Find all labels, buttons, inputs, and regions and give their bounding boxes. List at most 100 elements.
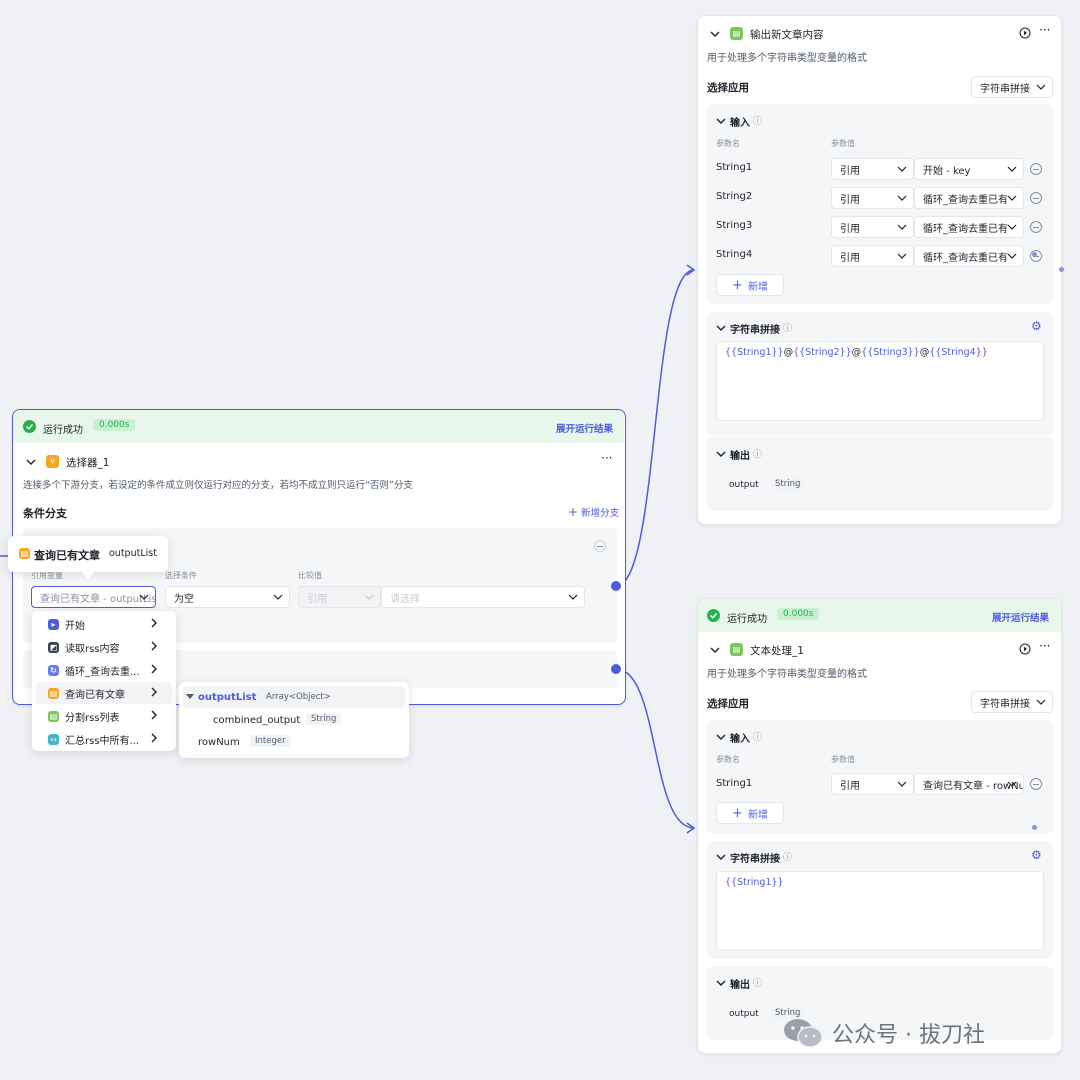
chevron-down-icon bbox=[1007, 781, 1017, 787]
param-name: String2 bbox=[716, 191, 753, 202]
chevron-down-icon bbox=[897, 224, 907, 230]
settings-gear-icon[interactable]: ⚙ bbox=[1031, 319, 1042, 333]
add-branch-button[interactable]: + 新增分支 bbox=[568, 505, 619, 519]
menu-item-summarize-rss[interactable]: ‹› 汇总rss中所有... bbox=[36, 728, 172, 750]
concat-section-label: 字符串拼接 bbox=[730, 325, 780, 336]
remove-param-icon[interactable] bbox=[1030, 163, 1042, 175]
chevron-down-icon bbox=[1007, 224, 1017, 230]
param-value-select[interactable]: 开始 - key bbox=[914, 158, 1024, 180]
expand-result-link[interactable]: 展开运行结果 bbox=[556, 421, 613, 435]
input-section: 输入 ⓘ 参数名 参数值 String1 引用 查询已有文章 - rowNum … bbox=[707, 720, 1053, 834]
branch-output-port[interactable] bbox=[611, 581, 621, 591]
submenu-item-outputlist[interactable]: outputList Array<Object> bbox=[183, 686, 405, 708]
param-value-select[interactable]: 循环_查询去重已有 bbox=[914, 187, 1024, 209]
param-type-select[interactable]: 引用 bbox=[831, 216, 914, 238]
loop-icon: ↻ bbox=[48, 664, 59, 676]
remove-param-icon[interactable] bbox=[1030, 778, 1042, 790]
condition-select[interactable]: 为空 bbox=[165, 586, 290, 608]
database-icon: ▤ bbox=[48, 687, 59, 699]
info-icon: ⓘ bbox=[783, 853, 793, 863]
collapse-chevron-icon[interactable] bbox=[716, 449, 726, 459]
param-type-select[interactable]: 引用 bbox=[831, 187, 914, 209]
select-app-label: 选择应用 bbox=[707, 698, 749, 710]
expand-result-link[interactable]: 展开运行结果 bbox=[992, 610, 1049, 624]
output-port[interactable] bbox=[1059, 267, 1064, 272]
collapse-chevron-icon[interactable] bbox=[716, 978, 726, 988]
text-process-icon: ▤ bbox=[730, 27, 743, 40]
collapse-chevron-icon[interactable] bbox=[716, 323, 726, 333]
node-description: 用于处理多个字符串类型变量的格式 bbox=[707, 669, 867, 680]
compare-type-select[interactable]: 引用 bbox=[298, 586, 381, 608]
param-type-select[interactable]: 引用 bbox=[831, 245, 914, 267]
collapse-chevron-icon[interactable] bbox=[716, 732, 726, 742]
param-value-select[interactable]: 查询已有文章 - rowNum bbox=[914, 773, 1024, 795]
concat-section: 字符串拼接 ⓘ ⚙ {{String1}} bbox=[707, 841, 1053, 959]
menu-item-read-rss[interactable]: ◩ 读取rss内容 bbox=[36, 636, 172, 658]
text-process-icon: ▤ bbox=[48, 710, 59, 722]
success-check-icon bbox=[707, 609, 720, 622]
more-icon[interactable]: ··· bbox=[1039, 639, 1050, 653]
caret-down-icon bbox=[186, 694, 194, 699]
more-icon[interactable]: ··· bbox=[601, 451, 612, 465]
chevron-down-icon bbox=[1007, 166, 1017, 172]
concat-section-label: 字符串拼接 bbox=[730, 854, 780, 865]
chevron-down-icon bbox=[1007, 195, 1017, 201]
chevron-down-icon bbox=[568, 594, 578, 600]
compare-value-select[interactable]: 请选择 bbox=[381, 586, 585, 608]
node-description: 连接多个下游分支，若设定的条件成立则仅运行对应的分支，若均不成立则只运行“否则”… bbox=[23, 480, 413, 491]
node-output-new-article[interactable]: ▤ 输出新文章内容 ··· 用于处理多个字符串类型变量的格式 选择应用 字符串拼… bbox=[697, 15, 1062, 525]
param-value-select[interactable]: 循环_查询去重已有 bbox=[914, 245, 1024, 267]
param-type-select[interactable]: 引用 bbox=[831, 773, 914, 795]
menu-item-loop-dedupe[interactable]: ↻ 循环_查询去重... bbox=[36, 659, 172, 681]
concat-template-editor[interactable]: {{String1}} bbox=[716, 871, 1044, 951]
else-output-port[interactable] bbox=[611, 664, 621, 674]
info-icon: ⓘ bbox=[753, 117, 763, 127]
select-app-dropdown[interactable]: 字符串拼接 bbox=[971, 76, 1053, 98]
remove-param-icon[interactable] bbox=[1030, 192, 1042, 204]
collapse-chevron-icon[interactable] bbox=[716, 116, 726, 126]
start-icon: ▸ bbox=[48, 618, 59, 630]
output-name: output bbox=[729, 480, 759, 490]
branch-label: 条件分支 bbox=[23, 507, 67, 520]
menu-item-start[interactable]: ▸ 开始 bbox=[36, 613, 172, 635]
output-type-tag: String bbox=[770, 478, 806, 490]
param-type-select[interactable]: 引用 bbox=[831, 158, 914, 180]
menu-item-query-articles[interactable]: ▤ 查询已有文章 bbox=[36, 682, 172, 704]
more-icon[interactable]: ··· bbox=[1039, 23, 1050, 37]
submenu-item-rownum[interactable]: rowNum bbox=[198, 737, 240, 748]
run-status-text: 运行成功 bbox=[43, 425, 83, 436]
code-brackets-icon: ‹› bbox=[48, 733, 59, 745]
output-port[interactable] bbox=[1032, 252, 1037, 257]
concat-section: 字符串拼接 ⓘ ⚙ {{String1}}@{{String2}}@{{Stri… bbox=[707, 312, 1053, 436]
output-section-label: 输出 bbox=[730, 980, 750, 991]
run-status-text: 运行成功 bbox=[727, 614, 767, 625]
remove-param-icon[interactable] bbox=[1030, 221, 1042, 233]
concat-template-editor[interactable]: {{String1}}@{{String2}}@{{String3}}@{{St… bbox=[716, 341, 1044, 421]
menu-item-split-rss[interactable]: ▤ 分割rss列表 bbox=[36, 705, 172, 727]
output-name: output bbox=[729, 1009, 759, 1019]
field-type-tag: String bbox=[306, 713, 342, 725]
submenu-item-combined-output[interactable]: combined_output bbox=[213, 715, 300, 726]
info-icon: ⓘ bbox=[783, 324, 793, 334]
select-app-dropdown[interactable]: 字符串拼接 bbox=[971, 691, 1053, 713]
run-status-bar: 运行成功 0.000s 展开运行结果 bbox=[13, 410, 624, 443]
add-param-button[interactable]: + 新增 bbox=[716, 802, 784, 824]
node-description: 用于处理多个字符串类型变量的格式 bbox=[707, 53, 867, 64]
variable-select[interactable]: 查询已有文章 - outputList bbox=[31, 586, 156, 608]
node-text-process[interactable]: 运行成功 0.000s 展开运行结果 ▤ 文本处理_1 ··· 用于处理多个字符… bbox=[697, 598, 1062, 1054]
chevron-down-icon bbox=[897, 253, 907, 259]
add-param-button[interactable]: + 新增 bbox=[716, 274, 784, 296]
variable-tooltip: ▤ 查询已有文章 outputList bbox=[8, 536, 168, 579]
chevron-right-icon bbox=[151, 664, 157, 674]
collapse-chevron-icon[interactable] bbox=[710, 29, 720, 39]
info-icon: ⓘ bbox=[753, 979, 763, 989]
collapse-chevron-icon[interactable] bbox=[716, 852, 726, 862]
run-icon[interactable] bbox=[1019, 27, 1031, 39]
settings-gear-icon[interactable]: ⚙ bbox=[1031, 848, 1042, 862]
param-value-select[interactable]: 循环_查询去重已有 bbox=[914, 216, 1024, 238]
collapse-chevron-icon[interactable] bbox=[710, 645, 720, 655]
run-icon[interactable] bbox=[1019, 643, 1031, 655]
remove-branch-icon[interactable] bbox=[594, 540, 606, 552]
output-port[interactable] bbox=[1032, 825, 1037, 830]
collapse-chevron-icon[interactable] bbox=[26, 457, 36, 467]
